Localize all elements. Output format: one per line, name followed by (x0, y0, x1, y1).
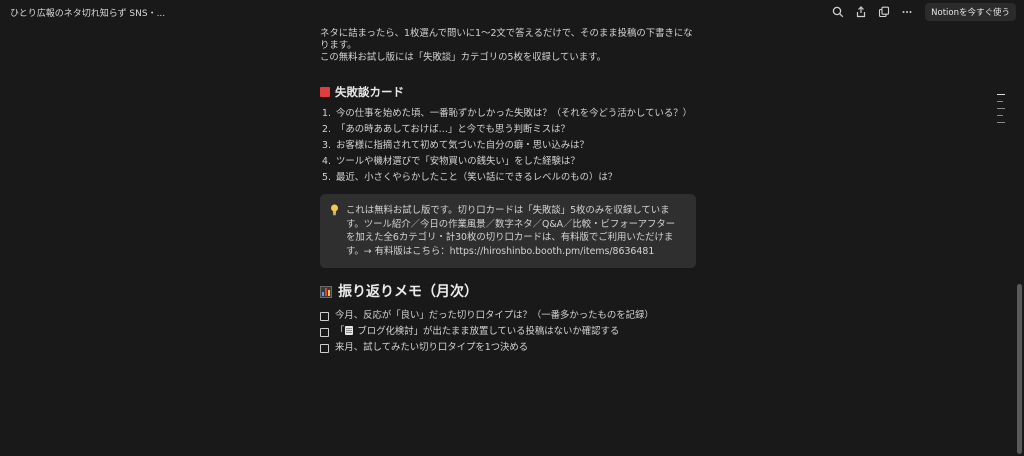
list-number: 1. (322, 108, 331, 119)
todo-checkbox[interactable] (320, 343, 329, 353)
bar-chart-icon (320, 286, 332, 298)
todo-checkbox[interactable] (320, 311, 329, 321)
memo-icon (345, 326, 354, 335)
list-number: 3. (322, 140, 331, 151)
list-number: 4. (322, 156, 331, 167)
intro-line-1: ネタに詰まったら、1枚選んで問いに1〜2文で答えるだけで、そのまま投稿の下書きに… (320, 28, 693, 51)
list-item: 1. 今の仕事を始めた頃、一番恥ずかしかった失敗は？（それを今どう活かしている？… (320, 106, 700, 122)
todo-item: 「 ブログ化検討」が出たまま放置している投稿はないか確認する (320, 324, 700, 340)
share-icon[interactable] (852, 3, 870, 21)
intro-line-2: この無料お試し版には「失敗談」カテゴリの5枚を収録しています。 (320, 52, 606, 63)
toc-line[interactable] (997, 115, 1003, 116)
toc-line[interactable] (997, 108, 1005, 109)
callout-text: これは無料お試し版です。切り口カードは「失敗談」5枚のみを収録しています。ツール… (346, 205, 676, 257)
intro-text: ネタに詰まったら、1枚選んで問いに1〜2文で答えるだけで、そのまま投稿の下書きに… (320, 28, 700, 64)
list-number: 5. (322, 172, 331, 183)
lightbulb-icon (330, 204, 340, 258)
todo-text: 今月、反応が「良い」だった切り口タイプは？（一番多かったものを記録） (335, 310, 654, 321)
list-item-text: 今の仕事を始めた頃、一番恥ずかしかった失敗は？（それを今どう活かしている？） (336, 108, 692, 119)
page-tab-title: ひとり広報のネタ切れ知らず SNS・... (10, 8, 166, 19)
page-content: ネタに詰まったら、1枚選んで問いに1〜2文で答えるだけで、そのまま投稿の下書きに… (320, 28, 700, 356)
more-options-icon[interactable] (898, 3, 916, 21)
duplicate-icon[interactable] (875, 3, 893, 21)
toc-line[interactable] (997, 101, 1003, 102)
top-bar: ひとり広報のネタ切れ知らず SNS・... Notionを今すぐ使う (0, 0, 1024, 24)
list-item: 3. お客様に指摘されて初めて気づいた自分の癖・思い込みは？ (320, 138, 700, 154)
todo-checkbox[interactable] (320, 327, 329, 337)
list-item-text: お客様に指摘されて初めて気づいた自分の癖・思い込みは？ (336, 140, 589, 151)
monthly-memo-heading: 振り返りメモ（月次） (320, 284, 700, 300)
table-of-contents-indicator[interactable] (997, 94, 1005, 129)
list-item-text: 最近、小さくやらかしたこと（笑い話にできるレベルのもの）は？ (336, 172, 618, 183)
toc-line[interactable] (997, 122, 1005, 123)
todo-item: 今月、反応が「良い」だった切り口タイプは？（一番多かったものを記録） (320, 308, 700, 324)
todo-list: 今月、反応が「良い」だった切り口タイプは？（一番多かったものを記録） 「 ブログ… (320, 308, 700, 356)
todo-text: 来月、試してみたい切り口タイプを1つ決める (335, 342, 529, 353)
list-item: 5. 最近、小さくやらかしたこと（笑い話にできるレベルのもの）は？ (320, 170, 700, 186)
list-item-text: 「あの時ああしておけば…」と今でも思う判断ミスは？ (336, 124, 570, 135)
todo-item: 来月、試してみたい切り口タイプを1つ決める (320, 340, 700, 356)
failure-cards-title: 失敗談カード (335, 85, 404, 99)
monthly-memo-title: 振り返りメモ（月次） (338, 284, 478, 300)
red-square-icon (320, 87, 330, 97)
search-icon[interactable] (829, 3, 847, 21)
list-number: 2. (322, 124, 331, 135)
scrollbar-thumb[interactable] (1017, 284, 1022, 454)
list-item: 2. 「あの時ああしておけば…」と今でも思う判断ミスは？ (320, 122, 700, 138)
trial-callout: これは無料お試し版です。切り口カードは「失敗談」5枚のみを収録しています。ツール… (320, 194, 696, 268)
list-item-text: ツールや機材選びで「安物買いの銭失い」をした経験は？ (336, 156, 580, 167)
list-item: 4. ツールや機材選びで「安物買いの銭失い」をした経験は？ (320, 154, 700, 170)
failure-card-list: 1. 今の仕事を始めた頃、一番恥ずかしかった失敗は？（それを今どう活かしている？… (320, 106, 700, 186)
todo-text-end: ブログ化検討」が出たまま放置している投稿はないか確認する (354, 326, 620, 337)
top-actions: Notionを今すぐ使う (829, 3, 1016, 21)
todo-text-start: 「 (335, 326, 345, 337)
try-notion-button[interactable]: Notionを今すぐ使う (925, 3, 1016, 21)
toc-line[interactable] (997, 94, 1005, 95)
failure-cards-heading: 失敗談カード (320, 86, 700, 98)
todo-text: 「 ブログ化検討」が出たまま放置している投稿はないか確認する (335, 326, 619, 338)
